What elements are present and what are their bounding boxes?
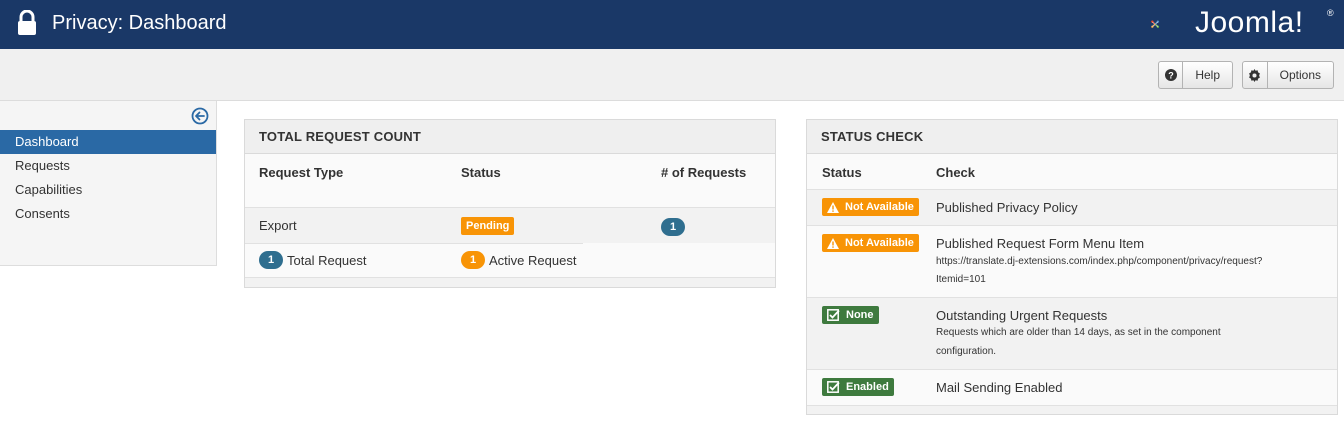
- column-header-request-type: Request Type: [259, 165, 344, 180]
- checkbox-checked-icon: [827, 309, 840, 321]
- total-request-count-panel: TOTAL REQUEST COUNT Request Type Status …: [244, 119, 776, 288]
- active-request-label: Active Request: [489, 252, 577, 268]
- options-button[interactable]: Options: [1242, 61, 1334, 89]
- status-badge: Not Available: [822, 234, 919, 252]
- check-description: Requests which are older than 14 days, a…: [936, 327, 1221, 338]
- sidebar-item-consents[interactable]: Consents: [0, 202, 216, 226]
- status-badge: Enabled: [822, 378, 894, 396]
- status-badge: None: [822, 306, 879, 324]
- total-request-summary: 1 Total Request: [259, 251, 367, 269]
- status-badge: Pending: [461, 217, 515, 235]
- request-type-link[interactable]: Export: [259, 217, 297, 234]
- check-title: Mail Sending Enabled: [936, 380, 1063, 395]
- options-button-label: Options: [1279, 68, 1321, 82]
- page-title: Privacy: Dashboard: [52, 12, 227, 34]
- sidebar-item-capabilities[interactable]: Capabilities: [0, 178, 216, 202]
- panel-title: TOTAL REQUEST COUNT: [245, 120, 775, 154]
- sidebar: Dashboard Requests Capabilities Consents: [0, 101, 217, 266]
- help-button-label: Help: [1195, 68, 1220, 82]
- registered-mark: ®: [1327, 8, 1334, 18]
- collapse-sidebar-icon[interactable]: [191, 107, 209, 125]
- checkbox-checked-icon: [827, 381, 840, 393]
- column-header-check: Check: [936, 165, 976, 180]
- check-title: Published Request Form Menu Item: [936, 236, 1145, 251]
- question-icon: ?: [1159, 62, 1184, 88]
- gear-icon: [1243, 62, 1268, 88]
- request-form-link[interactable]: https://translate.dj-extensions.com/inde…: [936, 253, 1262, 271]
- sidebar-item-requests[interactable]: Requests: [0, 154, 216, 178]
- total-count-badge: 1: [259, 251, 283, 269]
- check-title: Outstanding Urgent Requests: [936, 308, 1108, 323]
- panel-title: STATUS CHECK: [807, 120, 1337, 154]
- app-header: Privacy: Dashboard Joomla! ®: [0, 0, 1344, 49]
- request-count-badge: 1: [661, 218, 685, 236]
- help-button[interactable]: ? Help: [1158, 61, 1233, 89]
- total-request-label: Total Request: [287, 252, 367, 268]
- check-description-line2: configuration.: [936, 346, 997, 357]
- column-header-status: Status: [461, 165, 501, 180]
- svg-text:?: ?: [1168, 71, 1174, 81]
- joomla-logo-icon[interactable]: [1150, 4, 1194, 44]
- request-form-link-itemid[interactable]: Itemid=101: [936, 271, 986, 289]
- status-check-panel: STATUS CHECK Status Check Not Available …: [806, 119, 1338, 415]
- status-badge: Not Available: [822, 198, 919, 216]
- active-count-badge: 1: [461, 251, 485, 269]
- column-header-status: Status: [822, 165, 862, 180]
- lock-icon: [18, 10, 36, 35]
- active-request-summary: 1 Active Request: [461, 251, 576, 269]
- toolbar: ? Help Options: [0, 49, 1344, 101]
- column-header-count: # of Requests: [661, 165, 747, 180]
- warning-icon: [827, 237, 839, 249]
- check-title: Published Privacy Policy: [936, 200, 1078, 215]
- joomla-wordmark: Joomla!: [1195, 6, 1304, 39]
- sidebar-item-dashboard[interactable]: Dashboard: [0, 130, 216, 154]
- warning-icon: [827, 201, 839, 213]
